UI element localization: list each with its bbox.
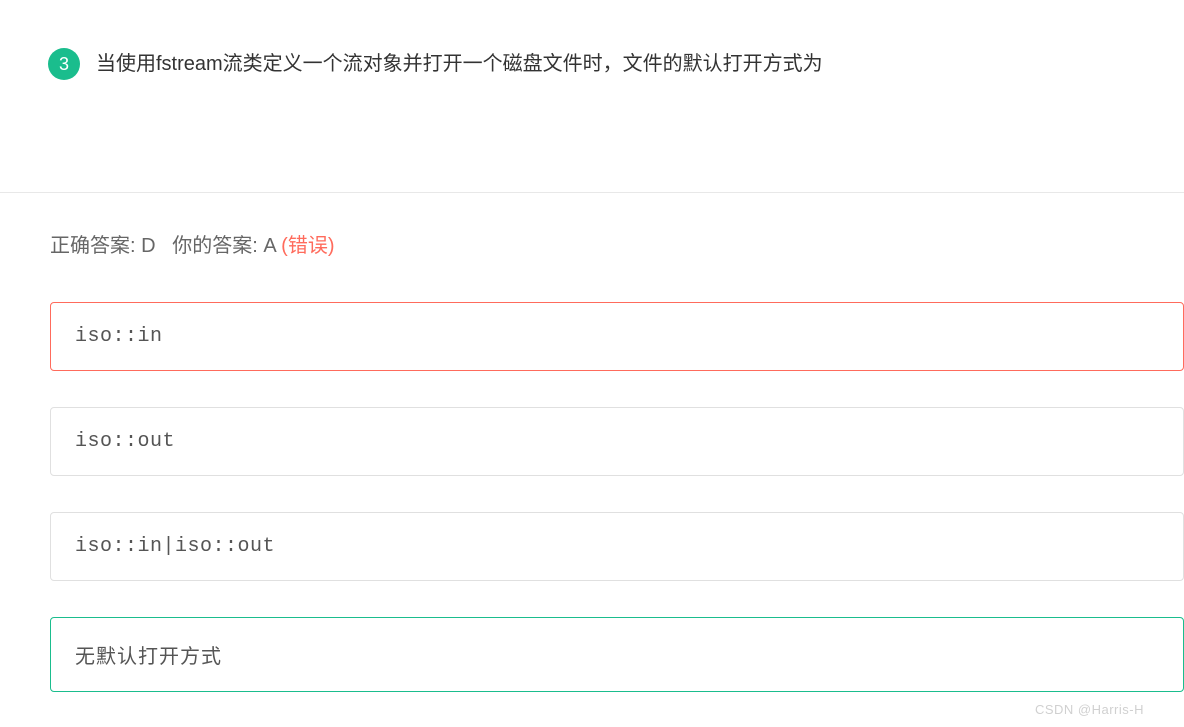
question-section: 3 当使用fstream流类定义一个流对象并打开一个磁盘文件时，文件的默认打开方… — [0, 0, 1184, 80]
correct-answer-label: 正确答案: — [50, 235, 141, 257]
option-d[interactable]: 无默认打开方式 — [50, 617, 1184, 692]
options-list: iso::in iso::out iso::in|iso::out 无默认打开方… — [50, 302, 1184, 692]
answer-info: 正确答案: D 你的答案: A (错误) — [50, 229, 1184, 258]
question-number-text: 3 — [59, 54, 69, 75]
option-c[interactable]: iso::in|iso::out — [50, 512, 1184, 581]
question-number-badge: 3 — [48, 48, 80, 80]
your-answer-label: 你的答案: — [172, 235, 263, 257]
option-a-text: iso::in — [75, 325, 163, 348]
correct-answer-value: D — [141, 235, 155, 257]
option-b-text: iso::out — [75, 430, 175, 453]
option-b[interactable]: iso::out — [50, 407, 1184, 476]
your-answer-value: A — [263, 235, 281, 257]
option-c-text: iso::in|iso::out — [75, 535, 275, 558]
question-header: 3 当使用fstream流类定义一个流对象并打开一个磁盘文件时，文件的默认打开方… — [48, 48, 1184, 80]
watermark: CSDN @Harris-H — [1035, 702, 1144, 717]
wrong-indicator: (错误) — [281, 235, 334, 257]
answer-section: 正确答案: D 你的答案: A (错误) iso::in iso::out is… — [0, 192, 1184, 692]
question-text: 当使用fstream流类定义一个流对象并打开一个磁盘文件时，文件的默认打开方式为 — [96, 49, 823, 79]
option-a[interactable]: iso::in — [50, 302, 1184, 371]
option-d-text: 无默认打开方式 — [75, 646, 222, 668]
